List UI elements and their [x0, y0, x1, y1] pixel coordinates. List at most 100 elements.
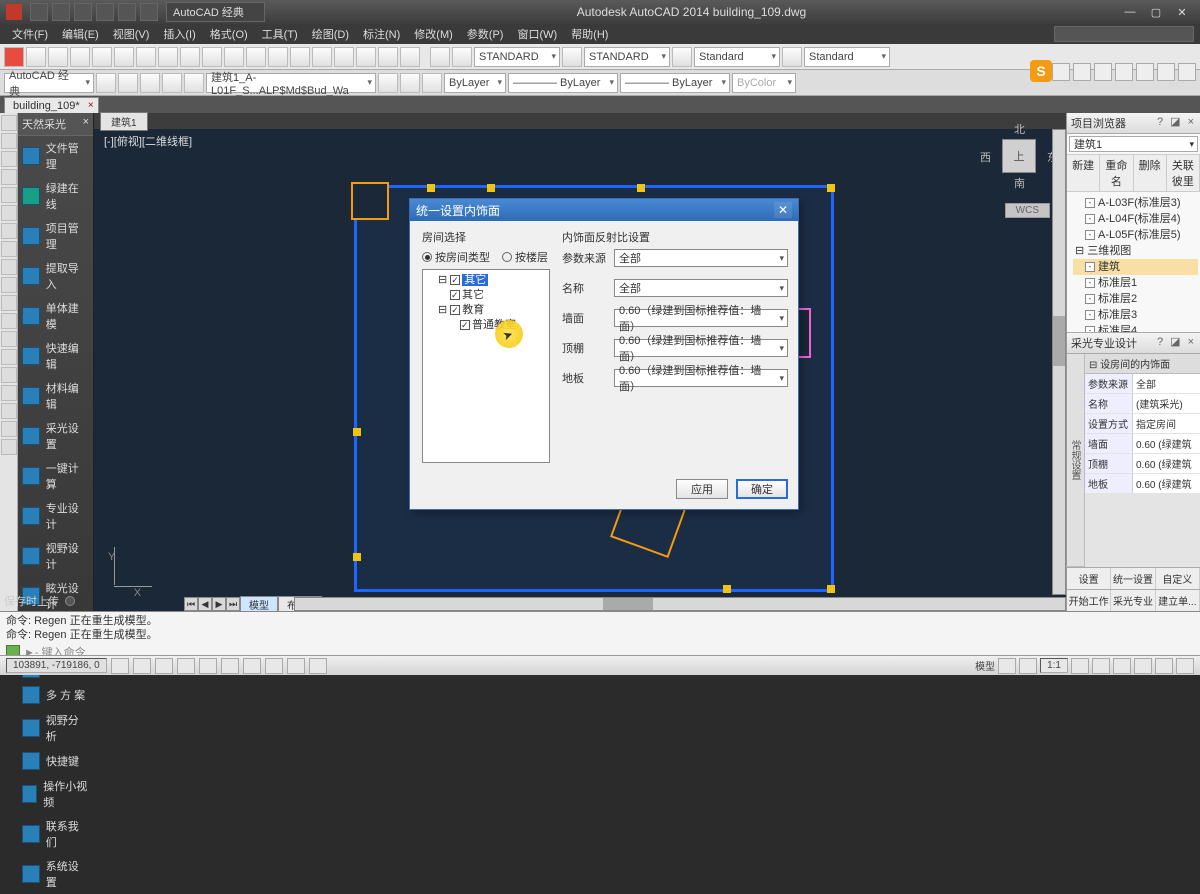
toolbar-btn[interactable] — [378, 73, 398, 93]
checkbox[interactable] — [450, 290, 460, 300]
tool-icon[interactable] — [1, 349, 17, 365]
tool-icon[interactable] — [1, 295, 17, 311]
sidebar-item[interactable]: 绿建在线 — [18, 176, 93, 216]
tool-icon[interactable] — [1, 367, 17, 383]
status-icon[interactable] — [1134, 658, 1152, 674]
anno-scale[interactable]: 1:1 — [1040, 658, 1068, 673]
checkbox[interactable] — [460, 320, 470, 330]
tool-icon[interactable] — [1, 187, 17, 203]
toolbar-btn[interactable] — [430, 47, 450, 67]
prop-value[interactable]: (建筑采光) — [1133, 394, 1200, 413]
sidebar-item[interactable]: 专业设计 — [18, 496, 93, 536]
save-upload-toggle[interactable]: 保存时上传 — [4, 593, 75, 609]
btn-delete[interactable]: 删除 — [1134, 155, 1167, 191]
plotstyle-combo[interactable]: ByColor — [732, 73, 796, 93]
ime-icon[interactable] — [1073, 63, 1091, 81]
qp-toggle[interactable] — [287, 658, 305, 674]
tool-icon[interactable] — [1, 385, 17, 401]
tool-icon[interactable] — [1, 223, 17, 239]
status-model[interactable]: 模型 — [975, 658, 995, 673]
prop-value[interactable]: 指定房间 — [1133, 414, 1200, 433]
btn-link[interactable]: 关联彼里 — [1167, 155, 1200, 191]
ime-icon[interactable] — [1052, 63, 1070, 81]
toolbar-btn[interactable] — [672, 47, 692, 67]
snap-toggle[interactable] — [111, 658, 129, 674]
wcs-label[interactable]: WCS — [1005, 203, 1050, 218]
footer-tab[interactable]: 采光专业 — [1111, 590, 1155, 611]
sidebar-item[interactable]: 系统设置 — [18, 854, 93, 894]
source-combo[interactable]: 全部 — [614, 249, 788, 267]
checkbox[interactable] — [450, 305, 460, 315]
status-icon[interactable] — [1092, 658, 1110, 674]
name-combo[interactable]: 全部 — [614, 279, 788, 297]
prop-value[interactable]: 0.60 (绿建筑 — [1133, 454, 1200, 473]
sidebar-item[interactable]: 快速编辑 — [18, 336, 93, 376]
footer-tab[interactable]: 建立单... — [1156, 590, 1200, 611]
prop-value[interactable]: 全部 — [1133, 374, 1200, 393]
prop-value[interactable]: 0.60 (绿建筑 — [1133, 434, 1200, 453]
ortho-toggle[interactable] — [155, 658, 173, 674]
sc-toggle[interactable] — [309, 658, 327, 674]
sidebar-item[interactable]: 视野分析 — [18, 708, 93, 748]
tool-icon[interactable] — [1, 259, 17, 275]
lwt-toggle[interactable] — [265, 658, 283, 674]
polar-toggle[interactable] — [177, 658, 195, 674]
file-tab[interactable]: building_109*× — [4, 97, 99, 114]
footer-tab[interactable]: 开始工作 — [1067, 590, 1111, 611]
toolbar-btn[interactable] — [162, 73, 182, 93]
command-line[interactable]: 命令: Regen 正在重生成模型。 命令: Regen 正在重生成模型。 ►-… — [0, 611, 1200, 655]
ime-icon[interactable] — [1094, 63, 1112, 81]
text-style-combo[interactable]: STANDARD — [474, 47, 560, 67]
v-scrollbar[interactable] — [1052, 129, 1066, 595]
project-tree[interactable]: -A-L03F(标准层3) -A-L04F(标准层4) -A-L05F(标准层5… — [1067, 192, 1200, 332]
dyn-toggle[interactable] — [243, 658, 261, 674]
layer-combo[interactable]: 建筑1_A-L01F_S...ALP$Md$Bud_Wa — [206, 73, 376, 93]
close-button[interactable]: ✕ — [1170, 3, 1194, 21]
sidebar-item[interactable]: 采光设置 — [18, 416, 93, 456]
otrack-toggle[interactable] — [221, 658, 239, 674]
qat-redo-icon[interactable] — [118, 3, 136, 21]
ime-icon[interactable] — [1157, 63, 1175, 81]
sidebar-item[interactable]: 联系我们 — [18, 814, 93, 854]
panel-controls[interactable]: ? ◪ × — [1157, 335, 1196, 351]
qat-open-icon[interactable] — [52, 3, 70, 21]
toolbar-btn[interactable] — [782, 47, 802, 67]
tab-nav-first[interactable]: ⏮ — [184, 597, 198, 611]
toolbar-btn[interactable] — [422, 73, 442, 93]
vertical-tabs[interactable]: 常规设置 采光设置 动态采光 眩光阈值 — [1067, 354, 1085, 567]
toolbar-btn[interactable] — [140, 73, 160, 93]
view-cube[interactable]: 北 南 西 东 上 — [984, 121, 1054, 191]
toolbar-btn[interactable] — [562, 47, 582, 67]
radio-by-type[interactable]: 按房间类型 — [422, 249, 490, 265]
status-icon[interactable] — [998, 658, 1016, 674]
tool-icon[interactable] — [1, 133, 17, 149]
tool-icon[interactable] — [1, 241, 17, 257]
toolbar-btn[interactable] — [26, 47, 46, 67]
tool-icon[interactable] — [1, 421, 17, 437]
status-icon[interactable] — [1071, 658, 1089, 674]
minimize-button[interactable]: — — [1118, 3, 1142, 21]
toolbar-btn[interactable] — [224, 47, 244, 67]
toolbar-btn[interactable] — [452, 47, 472, 67]
panel-controls[interactable]: ? ◪ × — [1157, 115, 1196, 131]
status-icon[interactable] — [1155, 658, 1173, 674]
table-style-combo[interactable]: Standard — [694, 47, 780, 67]
apply-button[interactable]: 应用 — [676, 479, 728, 499]
toolbar-btn[interactable] — [118, 73, 138, 93]
cube-top-face[interactable]: 上 — [1002, 139, 1036, 173]
sidebar-item[interactable]: 项目管理 — [18, 216, 93, 256]
menu-tools[interactable]: 工具(T) — [256, 24, 304, 44]
tool-icon[interactable] — [1, 169, 17, 185]
coord-display[interactable]: 103891, -719186, 0 — [6, 658, 107, 673]
layout-tab-model[interactable]: 模型 — [240, 596, 278, 613]
toolbar-btn[interactable] — [180, 47, 200, 67]
h-scrollbar[interactable] — [294, 597, 1066, 611]
sidebar-item[interactable]: 提取导入 — [18, 256, 93, 296]
menu-dimension[interactable]: 标注(N) — [357, 24, 406, 44]
toolbar-btn[interactable] — [114, 47, 134, 67]
menu-insert[interactable]: 插入(I) — [157, 24, 201, 44]
toolbar-btn[interactable] — [268, 47, 288, 67]
osnap-toggle[interactable] — [199, 658, 217, 674]
sogou-icon[interactable]: S — [1030, 60, 1052, 82]
tool-icon[interactable] — [1, 115, 17, 131]
